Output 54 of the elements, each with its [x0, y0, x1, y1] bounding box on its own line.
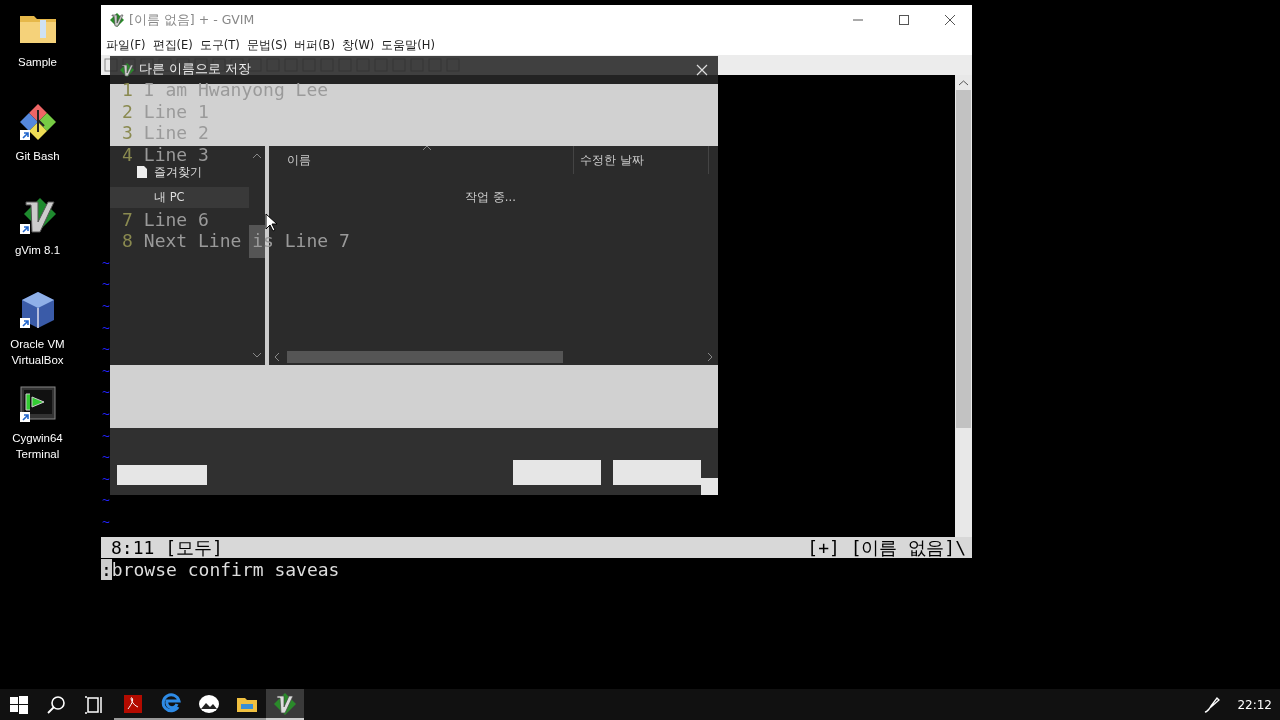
empty-line-marker: ~: [101, 318, 110, 337]
mouse-cursor-icon: [265, 213, 277, 232]
menu-item[interactable]: 파일(F): [106, 37, 146, 53]
clock[interactable]: 22:12: [1221, 697, 1280, 712]
text-cursor: :: [101, 558, 112, 580]
column-header[interactable]: 이름: [287, 145, 573, 174]
column-header[interactable]: 수정한 날짜: [573, 145, 709, 174]
app-shortcut-icon[interactable]: [17, 384, 58, 424]
empty-line-marker: ~: [101, 275, 110, 294]
line-number: 2: [122, 100, 133, 123]
vim-logo-icon: [110, 13, 124, 27]
document-icon: [136, 165, 148, 180]
empty-line-marker: ~: [101, 253, 110, 272]
menu-item[interactable]: 도구(T): [199, 37, 240, 53]
nav-item[interactable]: 내 PC: [110, 186, 249, 208]
menu-item[interactable]: 문법(S): [246, 37, 288, 53]
maximize-icon[interactable]: [898, 14, 910, 26]
empty-line-marker: ~: [101, 404, 110, 423]
desktop-icon-label[interactable]: Cygwin64 Terminal: [0, 430, 75, 462]
desktop-icon-label[interactable]: Git Bash: [15, 148, 60, 164]
status-filename: [+] [이름 없음]\: [807, 535, 966, 560]
empty-line-marker: ~: [101, 361, 110, 380]
line-number: 7: [122, 208, 133, 231]
menu-item[interactable]: 도움말(H): [381, 37, 435, 53]
menu-item[interactable]: 버퍼(B): [294, 37, 335, 53]
code-line: Line 6: [143, 208, 209, 231]
empty-line-marker: ~: [101, 340, 110, 359]
empty-line-marker: ~: [101, 448, 110, 467]
empty-line-marker: ~: [101, 491, 110, 510]
desktop-icon-label[interactable]: Sample: [18, 54, 57, 70]
vim-logo-icon: [273, 691, 297, 716]
desktop-icon-label[interactable]: Oracle VM VirtualBox: [0, 336, 75, 368]
taskbar-button[interactable]: [266, 689, 304, 720]
app-shortcut-icon[interactable]: [17, 196, 58, 236]
status-position: 8:11 [모두]: [111, 535, 223, 560]
line-number: 1: [122, 79, 133, 101]
empty-line-marker: ~: [101, 512, 110, 531]
dialog-title: 다른 이름으로 저장: [139, 61, 252, 79]
empty-line-marker: ~: [101, 469, 110, 488]
menu-item[interactable]: 창(W): [342, 37, 375, 53]
command-line: browse confirm saveas: [111, 558, 340, 580]
resize-grip[interactable]: [701, 478, 718, 495]
empty-line-marker: ~: [101, 426, 110, 445]
line-number: 3: [122, 122, 133, 144]
close-icon[interactable]: [944, 14, 956, 26]
window-title: [이름 없음] + - GVIM: [129, 11, 256, 29]
menu-item[interactable]: 편집(E): [152, 37, 193, 53]
vim-logo-icon: [120, 62, 134, 77]
empty-line-marker: ~: [101, 383, 110, 402]
loading-text: 작업 중...: [465, 189, 516, 205]
desktop-icon-label[interactable]: gVim 8.1: [14, 242, 61, 258]
line-number: 8: [122, 230, 133, 252]
app-shortcut-icon[interactable]: [17, 102, 58, 142]
empty-line-marker: ~: [101, 296, 110, 315]
